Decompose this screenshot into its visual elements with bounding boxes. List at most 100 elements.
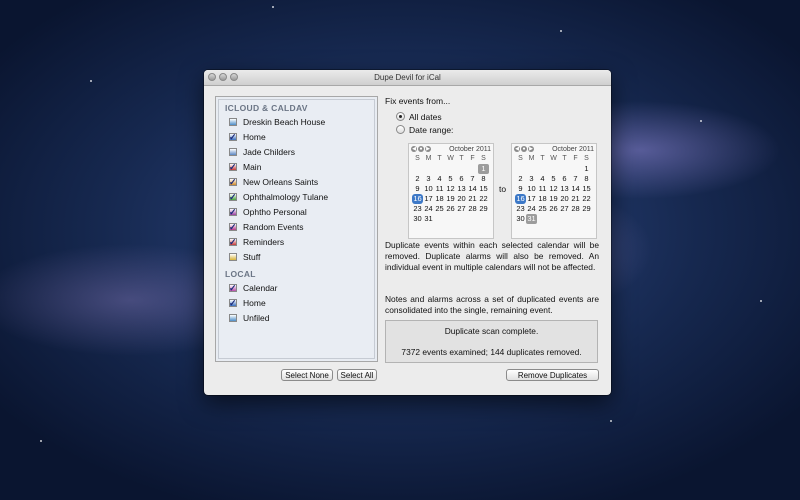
calendar-day[interactable]: 22 [478, 194, 489, 204]
calendar-day[interactable]: 9 [515, 184, 526, 194]
calendar-checkbox[interactable] [229, 147, 237, 156]
calendar-day[interactable]: 3 [526, 174, 537, 184]
radio-date-range[interactable]: Date range: [396, 123, 601, 136]
calendar-day[interactable]: 6 [559, 174, 570, 184]
calendar-day[interactable]: 30 [515, 214, 526, 224]
zoom-button[interactable] [230, 73, 238, 81]
calendar-day[interactable]: 8 [581, 174, 592, 184]
calendar-day[interactable]: 27 [456, 204, 467, 214]
calendar-day[interactable]: 27 [559, 204, 570, 214]
calendar-checkbox[interactable] [229, 252, 237, 261]
calendar-day[interactable]: 9 [412, 184, 423, 194]
calendar-checkbox[interactable] [229, 237, 237, 246]
radio-button-icon[interactable] [396, 125, 405, 134]
calendar-day[interactable]: 15 [581, 184, 592, 194]
calendar-day[interactable]: 12 [548, 184, 559, 194]
calendar-day[interactable]: 31 [526, 214, 537, 224]
calendar-day[interactable]: 4 [434, 174, 445, 184]
calendar-checkbox[interactable] [229, 283, 237, 292]
remove-duplicates-button[interactable]: Remove Duplicates [506, 369, 599, 381]
today-icon[interactable]: ● [521, 146, 527, 152]
calendar-item[interactable]: Home [219, 129, 374, 144]
minimize-button[interactable] [219, 73, 227, 81]
calendar-day[interactable]: 13 [456, 184, 467, 194]
calendar-item[interactable]: New Orleans Saints [219, 174, 374, 189]
calendar-day[interactable]: 23 [515, 204, 526, 214]
calendar-day[interactable]: 7 [467, 174, 478, 184]
calendar-item[interactable]: Ophthalmology Tulane [219, 189, 374, 204]
radio-all-dates[interactable]: All dates [396, 110, 601, 123]
calendar-item[interactable]: Calendar [219, 280, 374, 295]
calendar-day[interactable]: 26 [548, 204, 559, 214]
to-date-picker[interactable]: ◀ ● ▶ October 2011 S M T W T F S 1 2 3 4 5 6 7 8 9 10 11 12 13 1… [511, 143, 597, 239]
calendar-day[interactable]: 14 [467, 184, 478, 194]
calendar-checkbox[interactable] [229, 132, 237, 141]
calendar-checkbox[interactable] [229, 192, 237, 201]
next-month-icon[interactable]: ▶ [425, 146, 431, 152]
calendar-item[interactable]: Stuff [219, 249, 374, 264]
calendar-day[interactable]: 2 [412, 174, 423, 184]
calendar-item[interactable]: Home [219, 295, 374, 310]
calendar-item[interactable]: Jade Childers [219, 144, 374, 159]
calendar-day[interactable]: 2 [515, 174, 526, 184]
calendar-day[interactable]: 30 [412, 214, 423, 224]
calendar-day[interactable]: 19 [445, 194, 456, 204]
calendar-day[interactable]: 15 [478, 184, 489, 194]
radio-button-selected-icon[interactable] [396, 112, 405, 121]
prev-month-icon[interactable]: ◀ [411, 146, 417, 152]
calendar-day[interactable]: 10 [423, 184, 434, 194]
calendar-checkbox[interactable] [229, 298, 237, 307]
calendar-day[interactable]: 22 [581, 194, 592, 204]
calendar-day[interactable]: 21 [570, 194, 581, 204]
close-button[interactable] [208, 73, 216, 81]
calendar-day[interactable]: 1 [478, 164, 489, 174]
calendar-checkbox[interactable] [229, 207, 237, 216]
calendar-day[interactable]: 17 [526, 194, 537, 204]
calendar-item[interactable]: Unfiled [219, 310, 374, 325]
calendar-item[interactable]: Random Events [219, 219, 374, 234]
calendar-day[interactable]: 19 [548, 194, 559, 204]
calendar-day[interactable]: 31 [423, 214, 434, 224]
calendar-day[interactable]: 17 [423, 194, 434, 204]
calendar-day[interactable]: 4 [537, 174, 548, 184]
calendar-day[interactable]: 6 [456, 174, 467, 184]
calendar-day[interactable]: 14 [570, 184, 581, 194]
calendar-day[interactable]: 18 [537, 194, 548, 204]
calendar-day[interactable]: 24 [423, 204, 434, 214]
calendar-day[interactable]: 18 [434, 194, 445, 204]
calendar-day[interactable]: 23 [412, 204, 423, 214]
prev-month-icon[interactable]: ◀ [514, 146, 520, 152]
calendar-day[interactable]: 21 [467, 194, 478, 204]
calendar-day[interactable]: 20 [559, 194, 570, 204]
calendar-day[interactable]: 13 [559, 184, 570, 194]
calendar-day[interactable]: 1 [581, 164, 592, 174]
calendar-checkbox[interactable] [229, 117, 237, 126]
calendar-checkbox[interactable] [229, 162, 237, 171]
calendar-day[interactable]: 26 [445, 204, 456, 214]
calendar-day[interactable]: 12 [445, 184, 456, 194]
calendar-day[interactable]: 20 [456, 194, 467, 204]
calendar-item[interactable]: Dreskin Beach House [219, 114, 374, 129]
calendar-item[interactable]: Reminders [219, 234, 374, 249]
calendar-checkbox[interactable] [229, 313, 237, 322]
from-date-picker[interactable]: ◀ ● ▶ October 2011 S M T W T F S 1 2 3 4 5 6 7 8 9 10 11 12 13 1… [408, 143, 494, 239]
calendar-day[interactable]: 16 [515, 194, 526, 204]
calendar-day[interactable]: 7 [570, 174, 581, 184]
today-icon[interactable]: ● [418, 146, 424, 152]
calendar-day[interactable]: 11 [537, 184, 548, 194]
calendar-day[interactable]: 5 [548, 174, 559, 184]
calendar-item[interactable]: Main [219, 159, 374, 174]
calendar-checkbox[interactable] [229, 222, 237, 231]
calendar-day[interactable]: 11 [434, 184, 445, 194]
calendar-day[interactable]: 3 [423, 174, 434, 184]
calendar-day[interactable]: 16 [412, 194, 423, 204]
select-all-button[interactable]: Select All [337, 369, 377, 381]
select-none-button[interactable]: Select None [281, 369, 333, 381]
calendar-day[interactable]: 29 [478, 204, 489, 214]
calendar-checkbox[interactable] [229, 177, 237, 186]
calendar-day[interactable]: 28 [570, 204, 581, 214]
calendar-day[interactable]: 24 [526, 204, 537, 214]
calendar-day[interactable]: 25 [537, 204, 548, 214]
next-month-icon[interactable]: ▶ [528, 146, 534, 152]
calendar-day[interactable]: 28 [467, 204, 478, 214]
